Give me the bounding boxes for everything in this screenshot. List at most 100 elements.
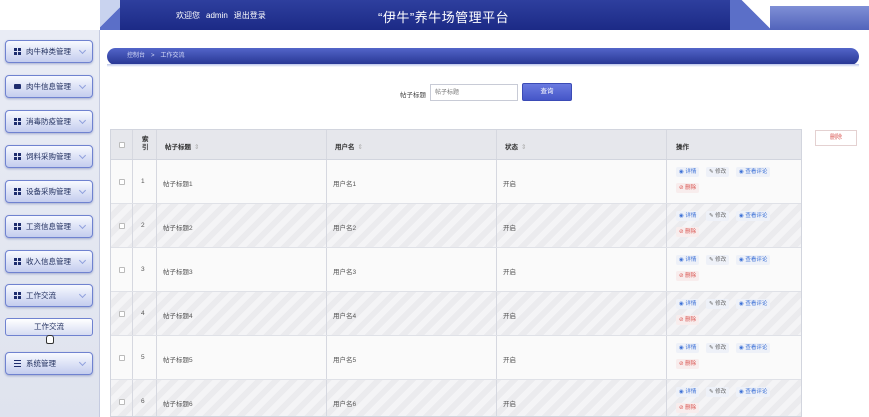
detail-button[interactable]: ◉ 详情: [676, 211, 700, 221]
view-comments-button[interactable]: ◉ 查看评论: [736, 167, 771, 177]
grid-icon: [14, 153, 21, 160]
cell-user: 用户名5: [333, 357, 357, 364]
sidebar-item-label: 肉牛信息管理: [26, 82, 71, 91]
search-button[interactable]: 查询: [522, 83, 572, 101]
cell-title: 帖子标题2: [163, 225, 193, 232]
chevron-down-icon: [78, 81, 87, 90]
delete-button[interactable]: ⊘ 删除: [676, 403, 700, 413]
sidebar-item-cattle-info[interactable]: 肉牛信息管理: [5, 75, 93, 98]
delete-button[interactable]: ⊘ 删除: [676, 359, 700, 369]
detail-button[interactable]: ◉ 详情: [676, 167, 700, 177]
view-comments-button[interactable]: ◉ 查看评论: [736, 343, 771, 353]
table-row: 4 帖子标题4 用户名4 开启 ◉ 详情 ✎ 修改 ◉ 查看评论 ⊘ 删除: [111, 292, 801, 336]
detail-label: 详情: [685, 389, 697, 395]
row-checkbox[interactable]: [119, 267, 125, 273]
cell-title: 帖子标题3: [163, 269, 193, 276]
sidebar-item-equipment-purchase[interactable]: 设备采购管理: [5, 180, 93, 203]
sidebar-item-label: 收入信息管理: [26, 257, 71, 266]
table-row: 2 帖子标题2 用户名2 开启 ◉ 详情 ✎ 修改 ◉ 查看评论 ⊘ 删除: [111, 204, 801, 248]
cell-title: 帖子标题1: [163, 181, 193, 188]
view-comments-button[interactable]: ◉ 查看评论: [736, 255, 771, 265]
cell-status: 开启: [503, 181, 516, 188]
detail-button[interactable]: ◉ 详情: [676, 387, 700, 397]
header-user-label: 用户名: [335, 144, 355, 151]
detail-label: 详情: [685, 169, 697, 175]
grid-icon: [14, 118, 21, 125]
header-status[interactable]: 状态 ⇕: [505, 141, 526, 151]
header-user[interactable]: 用户名 ⇕: [335, 141, 363, 151]
edit-label: 修改: [715, 301, 727, 307]
view-comments-button[interactable]: ◉ 查看评论: [736, 299, 771, 309]
logout-link[interactable]: 退出登录: [234, 11, 266, 20]
edit-button[interactable]: ✎ 修改: [706, 211, 730, 221]
sidebar-subitem-work-exchange[interactable]: 工作交流: [5, 318, 93, 336]
delete-button[interactable]: ⊘ 删除: [676, 227, 700, 237]
delete-button[interactable]: ⊘ 删除: [676, 183, 700, 193]
row-checkbox[interactable]: [119, 311, 125, 317]
chevron-down-icon: [78, 151, 87, 160]
list-icon: [14, 360, 21, 367]
sidebar-item-label: 肉牛种类管理: [26, 47, 71, 56]
delete-button[interactable]: ⊘ 删除: [676, 271, 700, 281]
edit-button[interactable]: ✎ 修改: [706, 343, 730, 353]
cell-title: 帖子标题6: [163, 401, 193, 408]
view-comments-button[interactable]: ◉ 查看评论: [736, 211, 771, 221]
top-header: 欢迎您 admin 退出登录 “伊牛”养牛场管理平台: [0, 0, 869, 30]
edit-button[interactable]: ✎ 修改: [706, 167, 730, 177]
row-checkbox[interactable]: [119, 399, 125, 405]
breadcrumb-home[interactable]: 控制台: [127, 53, 145, 59]
detail-button[interactable]: ◉ 详情: [676, 255, 700, 265]
grid-icon: [14, 292, 21, 299]
grid-icon: [14, 188, 21, 195]
search-input[interactable]: [430, 84, 518, 101]
detail-label: 详情: [685, 213, 697, 219]
sidebar-item-cattle-type[interactable]: 肉牛种类管理: [5, 40, 93, 63]
sidebar-item-feed-purchase[interactable]: 饲料采购管理: [5, 145, 93, 168]
hand-cursor-icon: [46, 335, 54, 344]
detail-button[interactable]: ◉ 详情: [676, 299, 700, 309]
header-index[interactable]: 索引: [142, 136, 152, 152]
sidebar-item-work-exchange[interactable]: 工作交流: [5, 284, 93, 307]
cell-status: 开启: [503, 357, 516, 364]
edit-button[interactable]: ✎ 修改: [706, 299, 730, 309]
sidebar-item-label: 设备采购管理: [26, 187, 71, 196]
edit-button[interactable]: ✎ 修改: [706, 387, 730, 397]
bulk-delete-button[interactable]: 删除: [815, 130, 857, 146]
row-checkbox[interactable]: [119, 179, 125, 185]
chevron-down-icon: [78, 290, 87, 299]
sidebar-item-label: 工资信息管理: [26, 222, 71, 231]
cell-title: 帖子标题5: [163, 357, 193, 364]
row-checkbox[interactable]: [119, 223, 125, 229]
table-row: 1 帖子标题1 用户名1 开启 ◉ 详情 ✎ 修改 ◉ 查看评论 ⊘ 删除: [111, 160, 801, 204]
detail-label: 详情: [685, 257, 697, 263]
sidebar-item-salary[interactable]: 工资信息管理: [5, 215, 93, 238]
sidebar-item-label: 饲料采购管理: [26, 152, 71, 161]
edit-label: 修改: [715, 345, 727, 351]
sidebar-item-income[interactable]: 收入信息管理: [5, 250, 93, 273]
view-comments-label: 查看评论: [745, 301, 768, 307]
view-comments-button[interactable]: ◉ 查看评论: [736, 387, 771, 397]
table-header: 索引 帖子标题 ⇕ 用户名 ⇕ 状态 ⇕ 操作: [111, 130, 801, 160]
row-checkbox[interactable]: [119, 355, 125, 361]
cell-user: 用户名1: [333, 181, 357, 188]
breadcrumb-separator: >: [151, 53, 155, 59]
cell-index: 3: [141, 266, 145, 273]
sidebar-item-disinfection[interactable]: 消毒防疫管理: [5, 110, 93, 133]
header-title[interactable]: 帖子标题 ⇕: [165, 141, 199, 151]
delete-label: 删除: [685, 229, 697, 235]
header-status-label: 状态: [505, 144, 518, 151]
edit-button[interactable]: ✎ 修改: [706, 255, 730, 265]
sidebar-item-system[interactable]: 系统管理: [5, 352, 93, 375]
search-label: 帖子标题: [400, 92, 426, 99]
edit-label: 修改: [715, 169, 727, 175]
site-title: “伊牛”养牛场管理平台: [378, 10, 510, 25]
cell-index: 1: [141, 178, 145, 185]
sidebar-item-label: 系统管理: [26, 359, 56, 368]
welcome-text: 欢迎您: [176, 11, 200, 20]
detail-button[interactable]: ◉ 详情: [676, 343, 700, 353]
grid-icon: [14, 258, 21, 265]
select-all-checkbox[interactable]: [119, 142, 125, 148]
header-title-label: 帖子标题: [165, 144, 191, 151]
delete-button[interactable]: ⊘ 删除: [676, 315, 700, 325]
welcome-area: 欢迎您 admin 退出登录: [176, 10, 272, 21]
